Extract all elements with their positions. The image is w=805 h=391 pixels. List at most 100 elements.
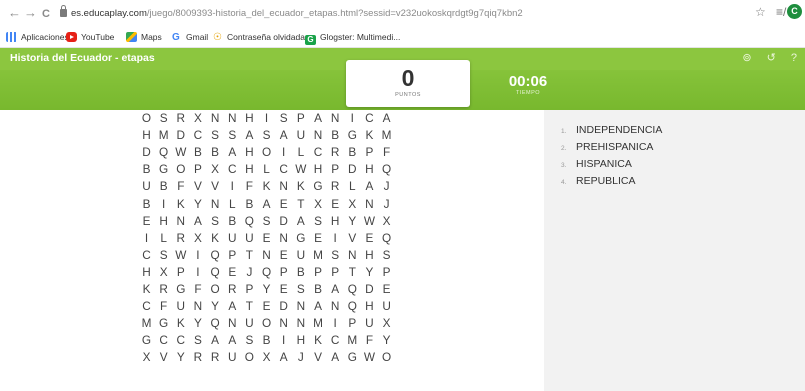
grid-letter[interactable]: M (378, 127, 395, 143)
grid-letter[interactable]: E (378, 281, 395, 297)
grid-letter[interactable]: B (138, 161, 155, 177)
grid-letter[interactable]: T (241, 247, 258, 263)
grid-letter[interactable]: S (155, 110, 172, 126)
grid-letter[interactable]: N (275, 315, 292, 331)
grid-letter[interactable]: A (327, 281, 344, 297)
help-icon[interactable]: ? (791, 52, 797, 64)
grid-letter[interactable]: J (378, 178, 395, 194)
grid-letter[interactable]: D (344, 161, 361, 177)
grid-letter[interactable]: Q (207, 264, 224, 280)
grid-letter[interactable]: I (189, 264, 206, 280)
bookmark-password[interactable]: ☉ Contraseña olvidada (213, 32, 305, 43)
grid-letter[interactable]: S (378, 247, 395, 263)
grid-letter[interactable]: M (344, 332, 361, 348)
grid-letter[interactable]: P (378, 264, 395, 280)
grid-letter[interactable]: X (310, 196, 327, 212)
grid-letter[interactable]: K (138, 281, 155, 297)
grid-letter[interactable]: O (138, 110, 155, 126)
grid-letter[interactable]: W (361, 213, 378, 229)
grid-letter[interactable]: B (241, 196, 258, 212)
grid-letter[interactable]: Y (207, 298, 224, 314)
grid-letter[interactable]: B (189, 144, 206, 160)
grid-letter[interactable]: S (207, 213, 224, 229)
grid-letter[interactable]: N (344, 247, 361, 263)
grid-letter[interactable]: H (361, 247, 378, 263)
grid-letter[interactable]: I (189, 247, 206, 263)
grid-letter[interactable]: L (344, 178, 361, 194)
grid-letter[interactable]: N (292, 315, 309, 331)
grid-letter[interactable]: C (138, 298, 155, 314)
grid-letter[interactable]: R (207, 349, 224, 365)
fullscreen-icon[interactable]: ⊚ (742, 52, 751, 64)
grid-letter[interactable]: A (224, 298, 241, 314)
grid-letter[interactable]: A (224, 144, 241, 160)
grid-letter[interactable]: N (224, 110, 241, 126)
grid-letter[interactable]: L (258, 161, 275, 177)
grid-letter[interactable]: R (224, 281, 241, 297)
grid-letter[interactable]: P (310, 264, 327, 280)
grid-letter[interactable]: H (138, 127, 155, 143)
grid-letter[interactable]: A (207, 332, 224, 348)
grid-letter[interactable]: V (207, 178, 224, 194)
grid-letter[interactable]: C (224, 161, 241, 177)
grid-letter[interactable]: N (310, 127, 327, 143)
grid-letter[interactable]: W (172, 144, 189, 160)
grid-letter[interactable]: Y (258, 281, 275, 297)
grid-letter[interactable]: N (258, 247, 275, 263)
grid-letter[interactable]: H (361, 161, 378, 177)
grid-letter[interactable]: D (361, 281, 378, 297)
grid-letter[interactable]: H (310, 161, 327, 177)
grid-letter[interactable]: T (241, 298, 258, 314)
address-bar[interactable]: es.educaplay.com/juego/8009393-historia_… (60, 4, 523, 23)
grid-letter[interactable]: E (275, 196, 292, 212)
grid-letter[interactable]: Y (378, 332, 395, 348)
grid-letter[interactable]: U (241, 230, 258, 246)
grid-letter[interactable]: N (327, 298, 344, 314)
grid-letter[interactable]: E (275, 281, 292, 297)
grid-letter[interactable]: F (172, 178, 189, 194)
grid-letter[interactable]: N (172, 213, 189, 229)
grid-letter[interactable]: Y (361, 264, 378, 280)
grid-letter[interactable]: J (241, 264, 258, 280)
grid-letter[interactable]: Q (258, 264, 275, 280)
grid-letter[interactable]: H (241, 144, 258, 160)
grid-letter[interactable]: I (275, 144, 292, 160)
grid-letter[interactable]: N (292, 298, 309, 314)
grid-letter[interactable]: Y (344, 213, 361, 229)
grid-letter[interactable]: Q (344, 281, 361, 297)
grid-letter[interactable]: B (292, 264, 309, 280)
grid-letter[interactable]: N (327, 110, 344, 126)
grid-letter[interactable]: B (327, 127, 344, 143)
grid-letter[interactable]: N (207, 110, 224, 126)
grid-letter[interactable]: N (224, 315, 241, 331)
grid-letter[interactable]: A (327, 349, 344, 365)
bookmark-maps[interactable]: Maps (126, 32, 162, 43)
grid-letter[interactable]: W (172, 247, 189, 263)
grid-letter[interactable]: B (207, 144, 224, 160)
grid-letter[interactable]: E (258, 230, 275, 246)
grid-letter[interactable]: G (310, 178, 327, 194)
grid-letter[interactable]: R (327, 178, 344, 194)
grid-letter[interactable]: V (310, 349, 327, 365)
grid-letter[interactable]: E (138, 213, 155, 229)
grid-letter[interactable]: Q (378, 230, 395, 246)
grid-letter[interactable]: E (275, 247, 292, 263)
grid-letter[interactable]: H (241, 161, 258, 177)
grid-letter[interactable]: O (241, 349, 258, 365)
grid-letter[interactable]: C (172, 332, 189, 348)
grid-letter[interactable]: U (292, 127, 309, 143)
grid-letter[interactable]: A (241, 127, 258, 143)
grid-letter[interactable]: U (224, 349, 241, 365)
grid-letter[interactable]: A (292, 213, 309, 229)
reading-list-icon[interactable]: ≡/ (776, 5, 786, 19)
grid-letter[interactable]: U (378, 298, 395, 314)
grid-letter[interactable]: F (361, 332, 378, 348)
grid-letter[interactable]: B (344, 144, 361, 160)
grid-letter[interactable]: G (155, 161, 172, 177)
grid-letter[interactable]: S (189, 332, 206, 348)
grid-letter[interactable]: B (258, 332, 275, 348)
grid-letter[interactable]: F (241, 178, 258, 194)
grid-letter[interactable]: L (155, 230, 172, 246)
grid-letter[interactable]: K (207, 230, 224, 246)
restart-icon[interactable]: ↺ (767, 52, 776, 64)
